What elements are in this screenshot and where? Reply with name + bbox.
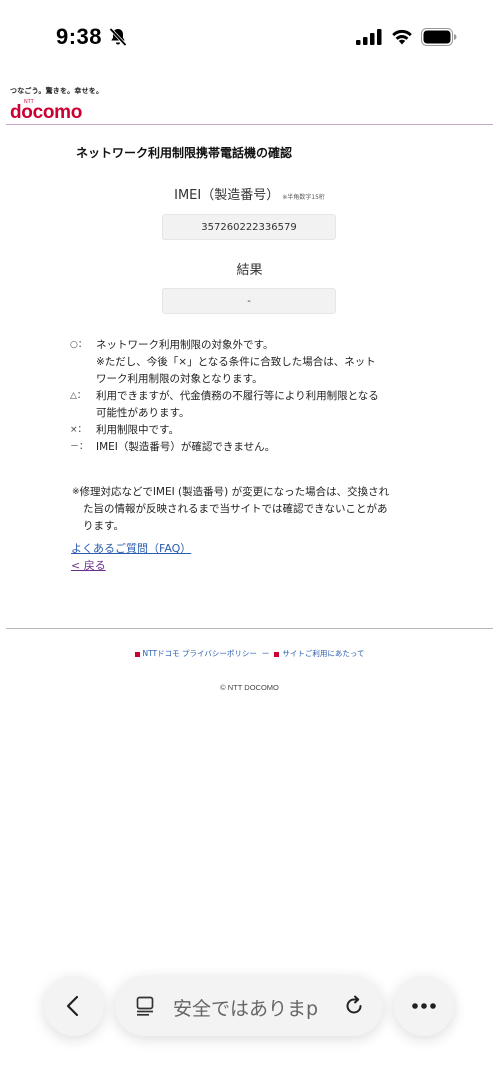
legend-text: 可能性があります。 bbox=[96, 407, 190, 419]
imei-label: IMEI（製造番号） ※半角数字15桁 bbox=[0, 184, 499, 203]
legend-text: IMEI（製造番号）が確認できません。 bbox=[96, 441, 276, 453]
reload-icon[interactable] bbox=[343, 995, 365, 1017]
note-line: ※修理対応などでIMEI (製造番号) が変更になった場合は、交換され bbox=[72, 484, 432, 501]
legend-item: ワーク利用制限の対象となります。 bbox=[70, 371, 430, 388]
brand-tagline: つなごう。驚きを。幸せを。 bbox=[10, 88, 104, 95]
imei-label-text: IMEI（製造番号） bbox=[174, 188, 280, 203]
imei-change-note: ※修理対応などでIMEI (製造番号) が変更になった場合は、交換され た旨の情… bbox=[72, 484, 432, 535]
logo-wordmark: docomo bbox=[10, 102, 83, 123]
wifi-icon bbox=[392, 29, 412, 45]
address-bar[interactable]: 安全ではありまp bbox=[115, 976, 383, 1036]
footer-separator: ー bbox=[261, 649, 270, 658]
back-link[interactable]: < 戻る bbox=[71, 557, 191, 574]
legend-symbol: －： bbox=[70, 442, 89, 452]
bullet-icon bbox=[274, 651, 280, 657]
bullet-icon bbox=[134, 651, 140, 657]
legend-symbol: ○： bbox=[70, 340, 87, 350]
more-options-button[interactable] bbox=[394, 976, 454, 1036]
legend-item: ※ただし、今後「×」となる条件に合致した場合は、ネット bbox=[70, 354, 430, 371]
legend-item: －： IMEI（製造番号）が確認できません。 bbox=[70, 439, 430, 456]
reader-icon[interactable] bbox=[135, 996, 155, 1016]
cellular-signal-icon bbox=[356, 29, 382, 45]
faq-link[interactable]: よくあるご質問（FAQ） bbox=[71, 540, 191, 557]
legend-symbol: △： bbox=[70, 391, 86, 401]
site-terms-link[interactable]: サイトご利用にあたって bbox=[282, 649, 364, 658]
page-title: ネットワーク利用制限携帯電話機の確認 bbox=[76, 146, 293, 160]
copyright: © NTT DOCOMO bbox=[220, 683, 279, 692]
legend-text: ※ただし、今後「×」となる条件に合致した場合は、ネット bbox=[96, 356, 376, 368]
footer-divider bbox=[6, 628, 493, 629]
note-line-2: た旨の情報が反映されるまで当サイトでは確認できないことがあ bbox=[83, 503, 388, 515]
browser-toolbar: 安全ではありまp bbox=[0, 960, 499, 1050]
legend-symbol: ×： bbox=[70, 425, 87, 435]
privacy-policy-link[interactable]: NTTドコモ プライバシーポリシー bbox=[143, 649, 257, 658]
address-text-tail: p bbox=[306, 998, 319, 1020]
address-text-main: 安全ではありま bbox=[173, 998, 307, 1020]
legend-text: 利用制限中です。 bbox=[96, 424, 179, 436]
imei-value-field: 357260222336579 bbox=[162, 214, 336, 240]
header-divider bbox=[6, 124, 493, 125]
note-line-1: 修理対応などでIMEI (製造番号) が変更になった場合は、交換され bbox=[79, 486, 390, 498]
legend-item: ×： 利用制限中です。 bbox=[70, 422, 430, 439]
legend-text: ネットワーク利用制限の対象外です。 bbox=[96, 339, 274, 351]
address-text: 安全ではありまp bbox=[173, 994, 333, 1021]
docomo-logo[interactable]: つなごう。驚きを。幸せを。 NTT docomo bbox=[10, 86, 103, 124]
more-icon bbox=[412, 1003, 436, 1009]
note-asterisk: ※ bbox=[72, 487, 80, 497]
page-links: よくあるご質問（FAQ） < 戻る bbox=[71, 540, 191, 574]
legend-item: 可能性があります。 bbox=[70, 405, 430, 422]
silent-bell-icon bbox=[109, 27, 127, 47]
battery-icon bbox=[421, 28, 457, 46]
imei-format-note: ※半角数字15桁 bbox=[282, 194, 325, 201]
note-line-3: ります。 bbox=[83, 520, 124, 532]
browser-back-button[interactable] bbox=[44, 976, 104, 1036]
legend-text: ワーク利用制限の対象となります。 bbox=[96, 373, 263, 385]
result-value-field: - bbox=[162, 288, 336, 314]
back-chevron-icon bbox=[66, 995, 79, 1017]
footer-links: NTTドコモ プライバシーポリシーー サイトご利用にあたって bbox=[0, 648, 499, 659]
legend-item: ○： ネットワーク利用制限の対象外です。 bbox=[70, 337, 430, 354]
legend-item: △： 利用できますが、代金債務の不履行等により利用制限となる bbox=[70, 388, 430, 405]
status-time: 9:38 bbox=[56, 24, 103, 49]
result-legend: ○： ネットワーク利用制限の対象外です。 ※ただし、今後「×」となる条件に合致し… bbox=[70, 337, 430, 456]
result-label: 結果 bbox=[236, 263, 263, 278]
legend-text: 利用できますが、代金債務の不履行等により利用制限となる bbox=[96, 390, 379, 402]
status-bar: 9:38 bbox=[0, 0, 499, 70]
